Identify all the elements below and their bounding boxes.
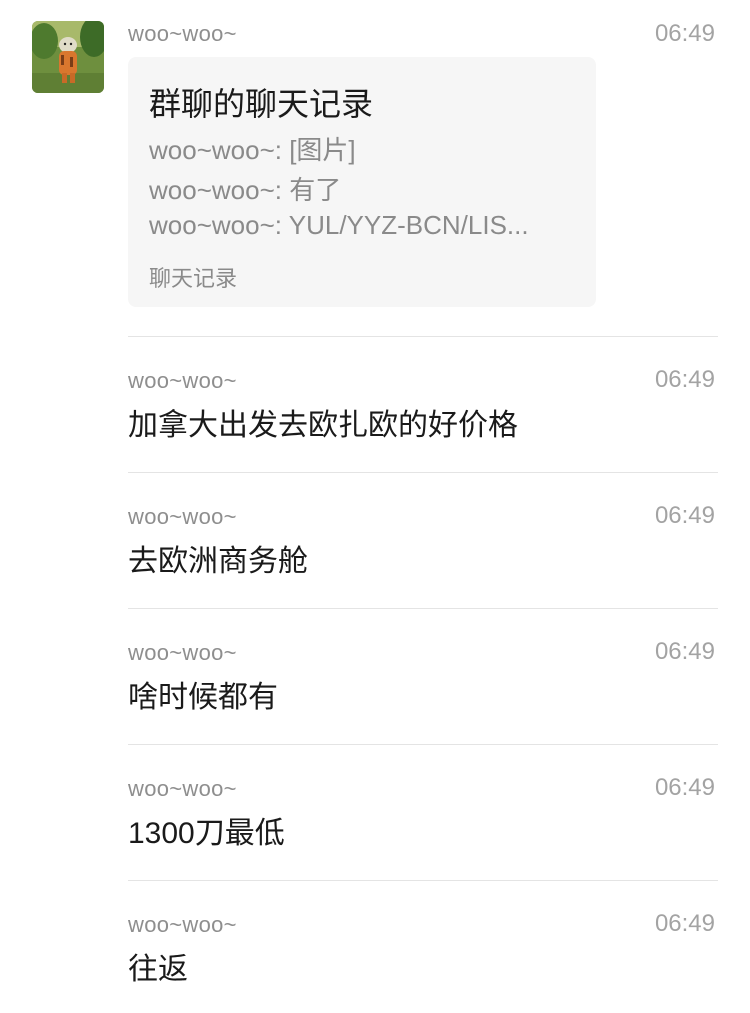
message-time: 06:49 [654, 502, 715, 529]
chat-history-line: woo~woo~: 有了 [149, 175, 342, 205]
message-text: 往返 [128, 953, 188, 986]
message-text: 加拿大出发去欧扎欧的好价格 [128, 409, 518, 442]
message-text: 去欧洲商务舱 [128, 545, 308, 578]
sender-name: woo~woo~ [128, 912, 237, 937]
chat-history-line: woo~woo~: YUL/YYZ-BCN/LIS... [149, 210, 529, 240]
chat-history-title: 群聊的聊天记录 [149, 86, 374, 122]
message-time: 06:49 [654, 910, 715, 937]
chat-history-card[interactable]: 群聊的聊天记录 woo~woo~: [图片] woo~woo~: 有了 woo~… [128, 57, 596, 307]
message-text: 1300刀最低 [128, 817, 285, 850]
message-time: 06:49 [654, 366, 715, 393]
chat-history-footer: 聊天记录 [149, 266, 238, 291]
message-time: 06:49 [654, 20, 715, 47]
divider [128, 880, 718, 881]
message-text: 啥时候都有 [128, 681, 278, 714]
sender-name: woo~woo~ [128, 640, 237, 665]
sender-name: woo~woo~ [128, 504, 237, 529]
chat-history-line: woo~woo~: [图片] [149, 135, 356, 165]
divider [128, 744, 718, 745]
sender-name: woo~woo~ [128, 21, 237, 46]
divider [128, 608, 718, 609]
divider [128, 472, 718, 473]
message-time: 06:49 [654, 774, 715, 801]
sender-name: woo~woo~ [128, 368, 237, 393]
message-time: 06:49 [654, 638, 715, 665]
divider [128, 336, 718, 337]
sender-name: woo~woo~ [128, 776, 237, 801]
tigger-cartoon-avatar-icon [32, 21, 104, 93]
avatar[interactable] [32, 21, 104, 93]
